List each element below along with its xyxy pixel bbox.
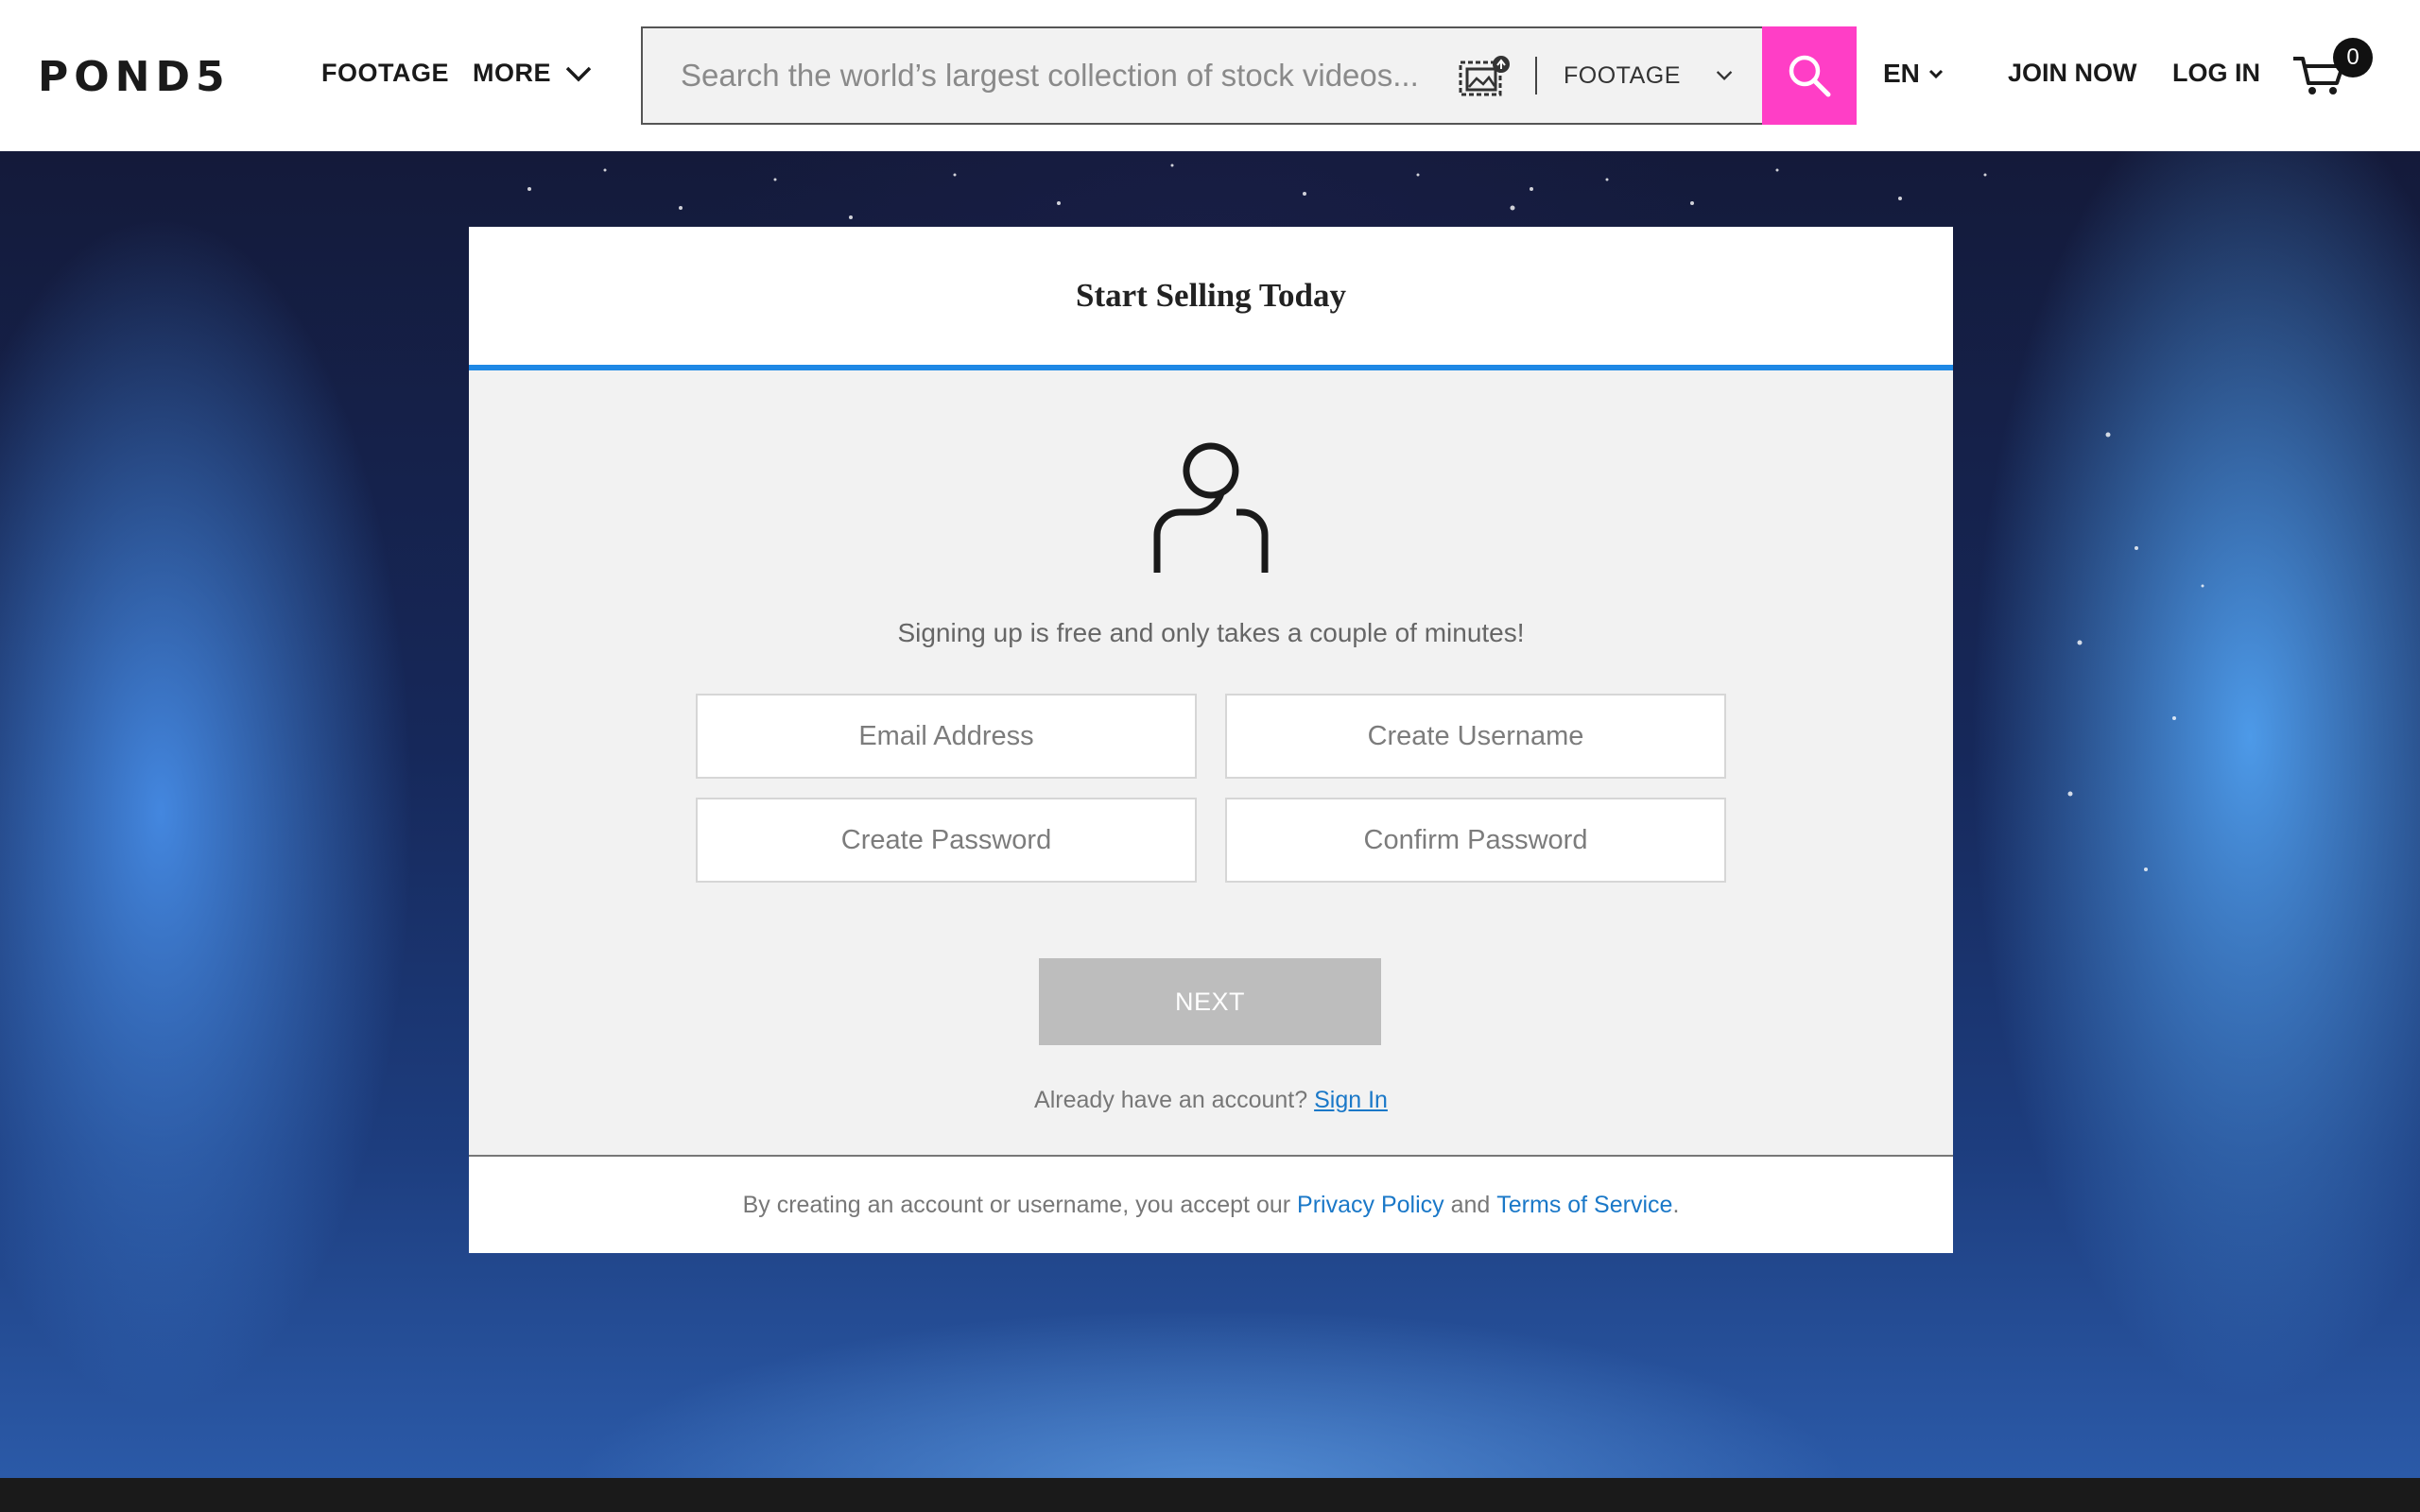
nav-more-label: MORE bbox=[473, 59, 551, 87]
sign-in-link[interactable]: Sign In bbox=[1314, 1087, 1388, 1113]
email-field[interactable] bbox=[696, 694, 1197, 779]
nav-more-menu[interactable]: MORE bbox=[473, 59, 593, 88]
chevron-down-icon bbox=[1928, 69, 1943, 79]
legal-suffix: . bbox=[1672, 1191, 1680, 1218]
page-footer-strip bbox=[0, 1478, 2420, 1512]
have-account-line: Already have an account? Sign In bbox=[469, 1087, 1953, 1114]
card-header: Start Selling Today bbox=[469, 227, 1953, 370]
signup-card: Start Selling Today Signing up is free a… bbox=[469, 227, 1953, 1253]
search-type-dropdown[interactable]: FOOTAGE bbox=[1564, 28, 1734, 123]
join-now-link[interactable]: JOIN NOW bbox=[2008, 59, 2137, 88]
site-header: POND5 FOOTAGE MORE FOOTAGE bbox=[0, 0, 2420, 151]
password-field[interactable] bbox=[696, 798, 1197, 883]
search-bar: FOOTAGE bbox=[641, 26, 1857, 125]
terms-of-service-link[interactable]: Terms of Service bbox=[1496, 1192, 1672, 1219]
log-in-link[interactable]: LOG IN bbox=[2172, 59, 2260, 88]
signup-subtitle: Signing up is free and only takes a coup… bbox=[897, 618, 1525, 647]
search-button[interactable] bbox=[1762, 26, 1857, 125]
legal-notice: By creating an account or username, you … bbox=[469, 1157, 1953, 1253]
language-selector[interactable]: EN bbox=[1883, 59, 1945, 89]
privacy-policy-link[interactable]: Privacy Policy bbox=[1297, 1192, 1444, 1219]
search-divider bbox=[1535, 57, 1537, 94]
chevron-down-icon bbox=[1716, 71, 1733, 81]
language-label: EN bbox=[1883, 59, 1920, 88]
next-button[interactable]: NEXT bbox=[1039, 958, 1381, 1045]
pond5-logo[interactable]: POND5 bbox=[38, 53, 231, 101]
chevron-down-icon bbox=[565, 66, 592, 81]
confirm-password-field[interactable] bbox=[1225, 798, 1726, 883]
legal-and: and bbox=[1450, 1191, 1491, 1218]
card-title: Start Selling Today bbox=[1076, 277, 1346, 314]
image-search-icon[interactable] bbox=[1458, 55, 1512, 98]
cart-count-badge: 0 bbox=[2333, 38, 2373, 77]
nav-footage-link[interactable]: FOOTAGE bbox=[321, 59, 449, 88]
username-field[interactable] bbox=[1225, 694, 1726, 779]
search-type-label: FOOTAGE bbox=[1564, 61, 1681, 89]
search-icon bbox=[1789, 55, 1831, 97]
legal-prefix: By creating an account or username, you … bbox=[742, 1191, 1291, 1218]
search-input[interactable] bbox=[643, 28, 1437, 123]
user-icon bbox=[1153, 442, 1269, 573]
have-account-text: Already have an account? bbox=[1034, 1087, 1308, 1113]
